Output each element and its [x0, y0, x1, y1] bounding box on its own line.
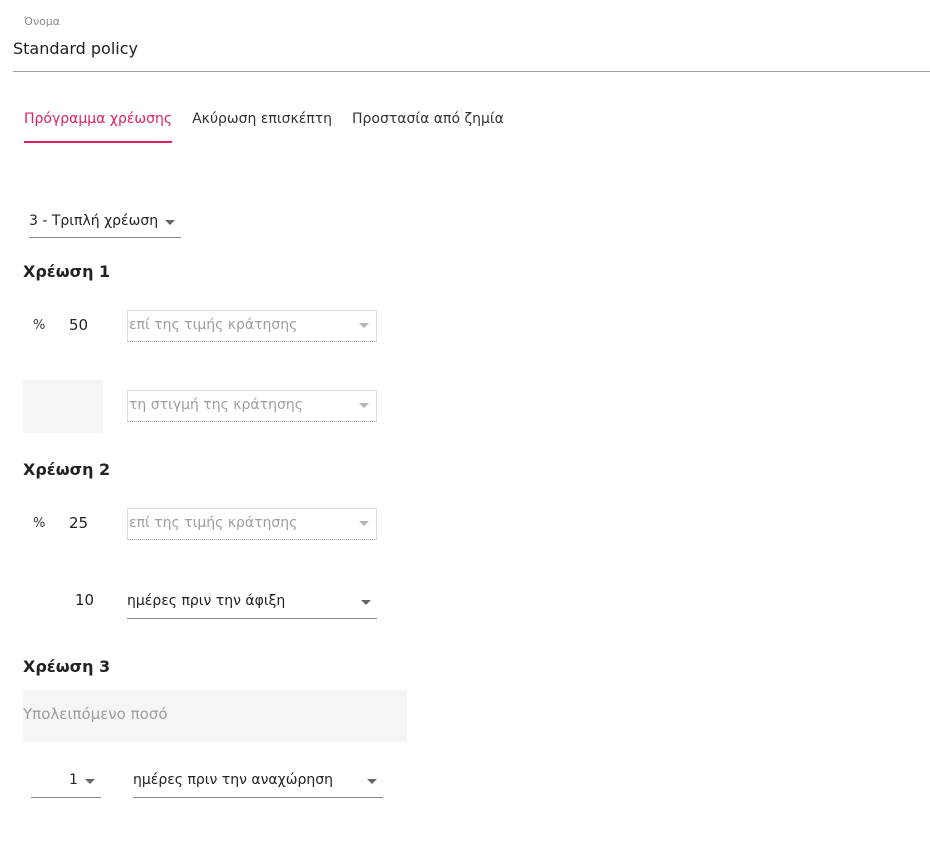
- name-field-value[interactable]: Standard policy: [13, 39, 138, 58]
- chevron-down-icon: [361, 600, 371, 605]
- remaining-amount-label: Υπολειπόμενο ποσό: [23, 705, 168, 723]
- charge-type-select[interactable]: 3 - Τριπλή χρέωση: [29, 209, 181, 238]
- tab-charge-schedule[interactable]: Πρόγραμμα χρέωσης: [24, 108, 173, 143]
- chevron-down-icon: [85, 779, 95, 784]
- charge3-timing-select[interactable]: ημέρες πριν την αναχώρηση: [133, 768, 383, 798]
- remaining-amount-field: Υπολειπόμενο ποσό: [23, 690, 407, 742]
- charge1-days-placeholder: [23, 380, 103, 433]
- charge2-basis-select-value: επί της τιμής κράτησης: [129, 515, 298, 531]
- charge2-days-value[interactable]: 10: [75, 591, 94, 609]
- charge3-days-select[interactable]: 1: [31, 768, 101, 798]
- charge3-heading: Χρέωση 3: [23, 657, 111, 676]
- charge1-basis-select-value: επί της τιμής κράτησης: [129, 317, 298, 333]
- charge2-timing-select-value: ημέρες πριν την άφιξη: [127, 593, 286, 609]
- charge-type-select-value: 3 - Τριπλή χρέωση: [29, 213, 159, 229]
- charge1-timing-select: τη στιγμή της κράτησης: [127, 390, 377, 422]
- charge3-timing-select-value: ημέρες πριν την αναχώρηση: [133, 772, 333, 788]
- charge2-basis-select: επί της τιμής κράτησης: [127, 508, 377, 540]
- tab-guest-cancellation[interactable]: Ακύρωση επισκέπτη: [192, 108, 332, 143]
- chevron-down-icon: [359, 403, 369, 408]
- charge2-percent-symbol: %: [33, 516, 46, 531]
- charge3-days-select-value: 1: [69, 772, 78, 788]
- charge2-percent-value[interactable]: 25: [69, 514, 88, 532]
- charge1-percent-symbol: %: [33, 318, 46, 333]
- policy-editor: Όνομα Standard policy Πρόγραμμα χρέωσης …: [0, 0, 930, 851]
- chevron-down-icon: [165, 220, 175, 225]
- name-field-label: Όνομα: [24, 15, 61, 28]
- charge2-timing-select[interactable]: ημέρες πριν την άφιξη: [127, 589, 377, 619]
- chevron-down-icon: [359, 323, 369, 328]
- tab-bar: Πρόγραμμα χρέωσης Ακύρωση επισκέπτη Προσ…: [24, 108, 524, 143]
- charge1-heading: Χρέωση 1: [23, 262, 111, 281]
- chevron-down-icon: [367, 779, 377, 784]
- charge1-basis-select: επί της τιμής κράτησης: [127, 310, 377, 342]
- chevron-down-icon: [359, 521, 369, 526]
- name-field[interactable]: Όνομα Standard policy: [13, 12, 930, 72]
- charge1-percent-value[interactable]: 50: [69, 316, 88, 334]
- charge1-timing-select-value: τη στιγμή της κράτησης: [129, 397, 303, 413]
- charge2-heading: Χρέωση 2: [23, 460, 111, 479]
- tab-damage-protection[interactable]: Προστασία από ζημία: [352, 108, 504, 143]
